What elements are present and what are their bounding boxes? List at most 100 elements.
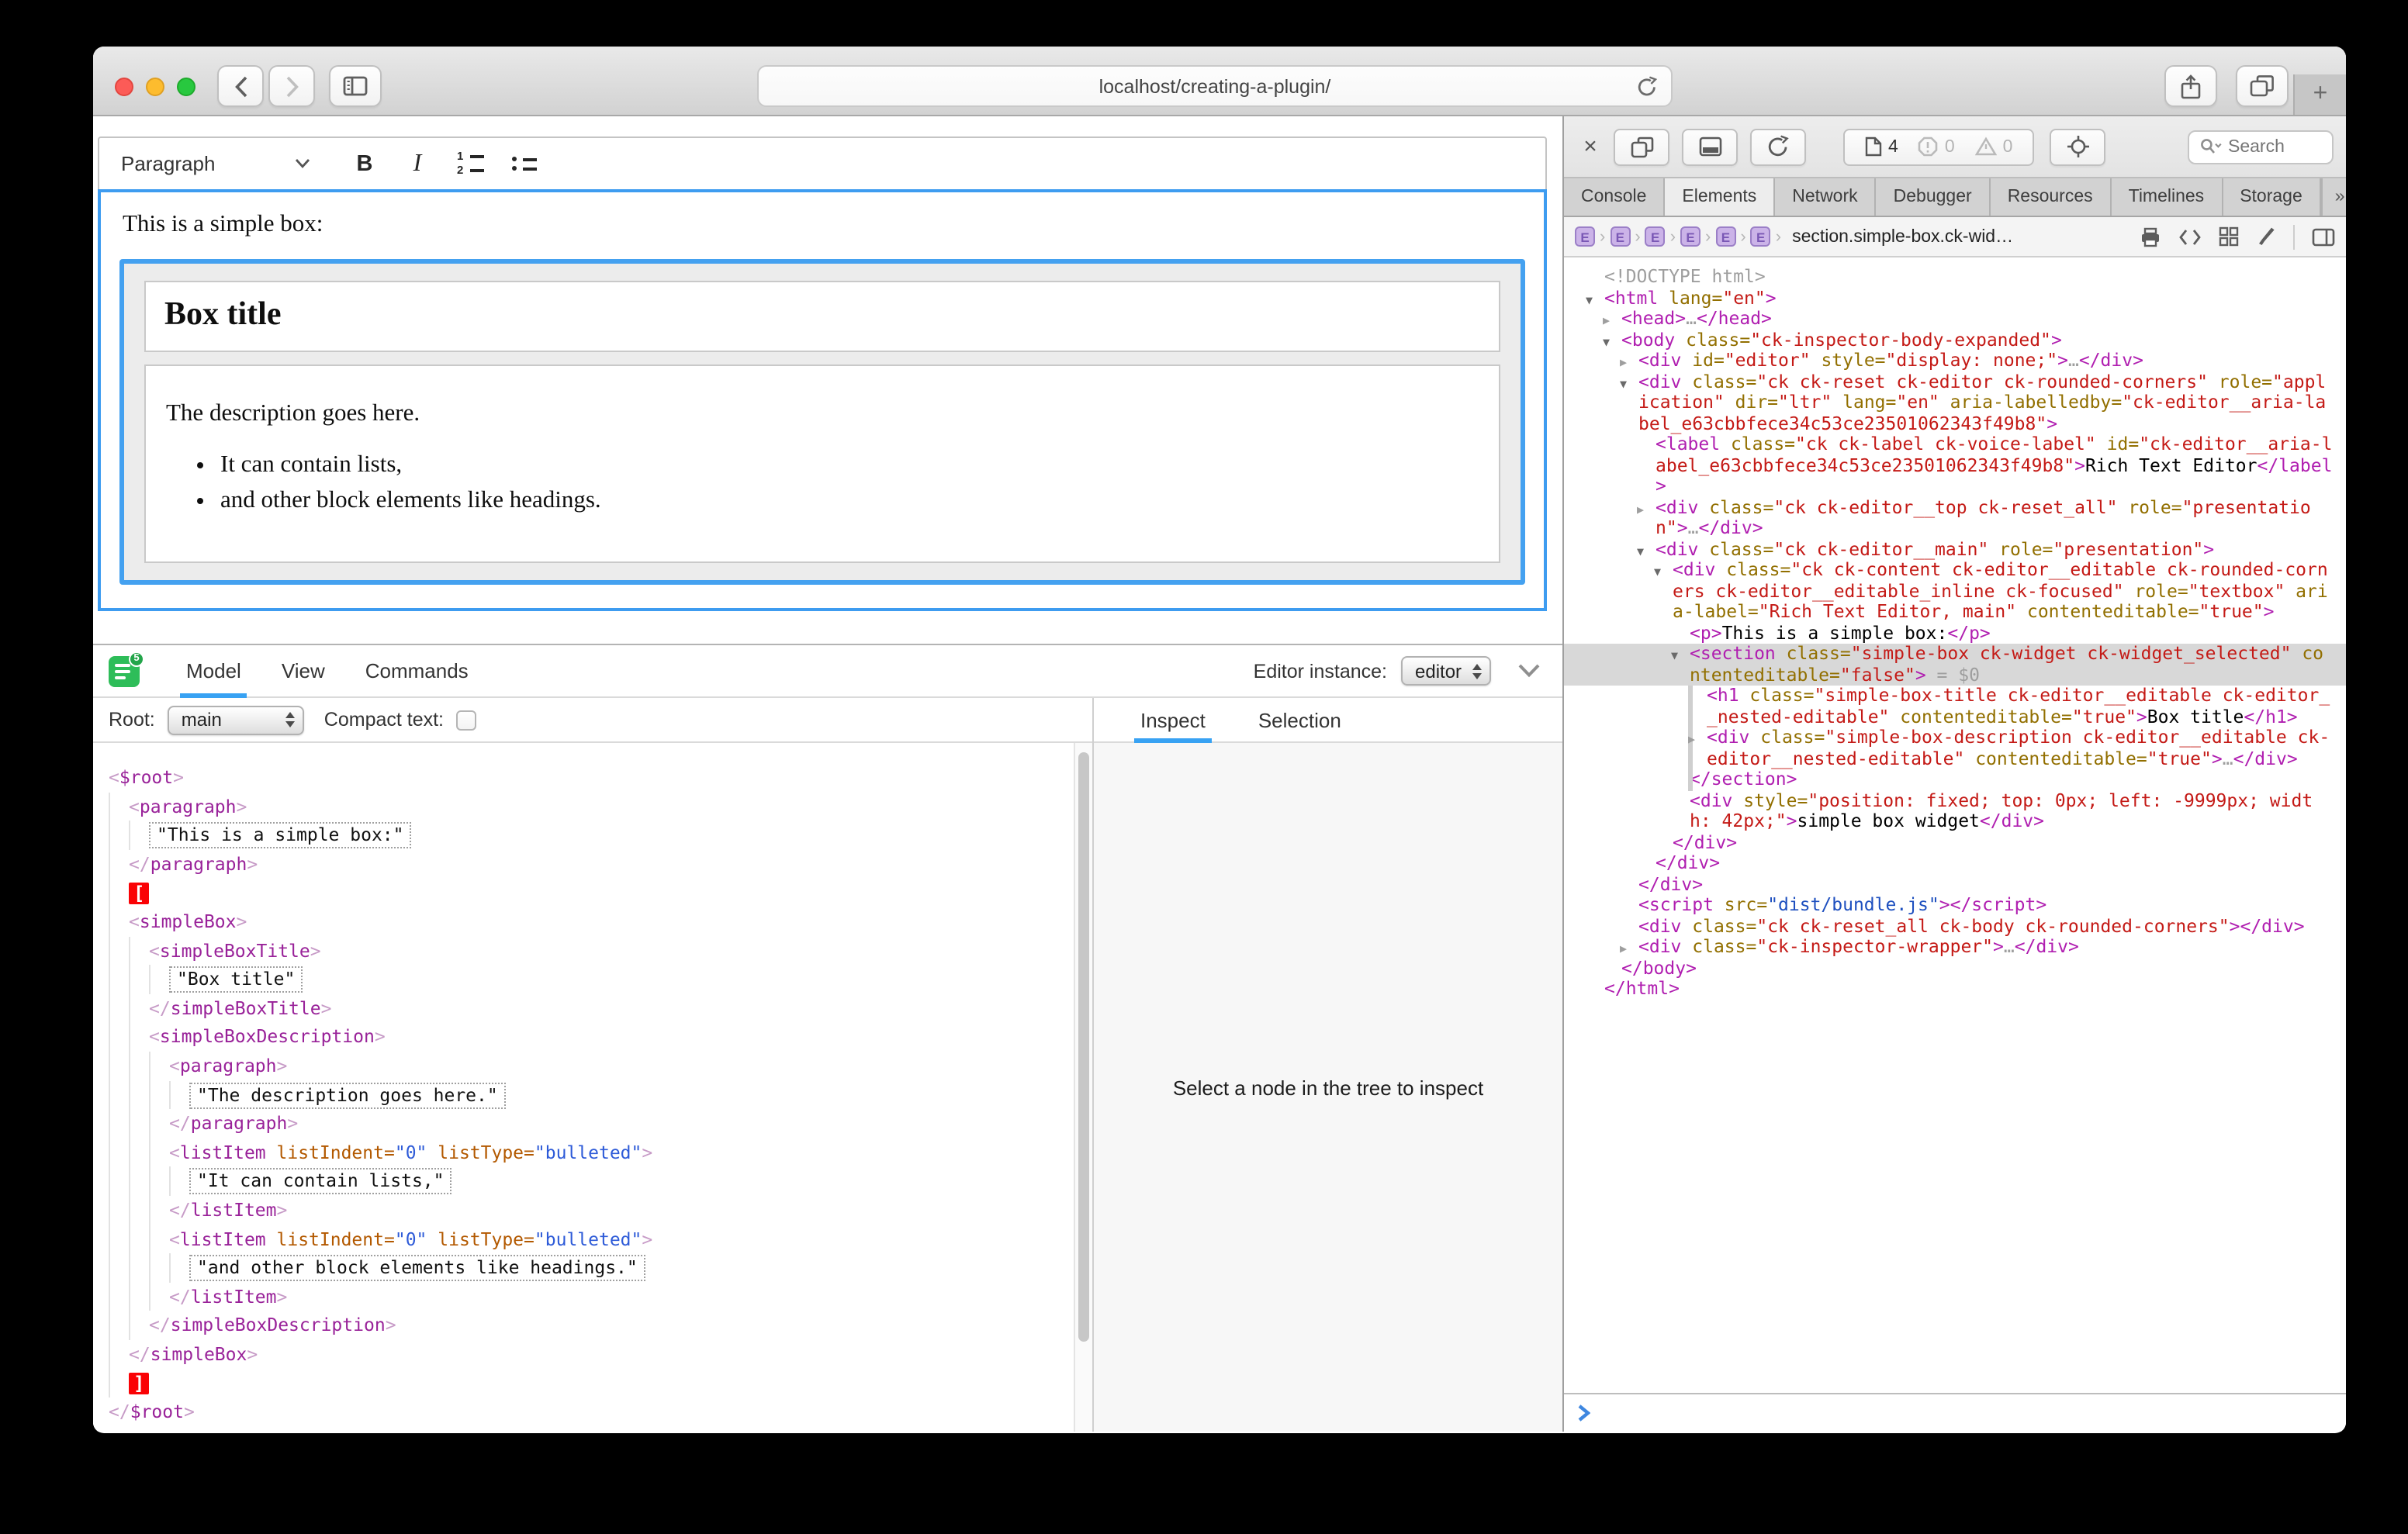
disclosure-triangle-icon[interactable]: ▼ — [1671, 645, 1678, 666]
dom-node[interactable]: ▼<div class="ck ck-editor__main" role="p… — [1576, 539, 2334, 560]
dom-node[interactable]: <p>This is a simple box:</p> — [1576, 623, 2334, 644]
dom-node[interactable]: ▼<html lang="en"> — [1576, 288, 2334, 309]
reload-page-button[interactable] — [1750, 128, 1806, 165]
simple-box-widget[interactable]: Box title The description goes here. It … — [119, 259, 1525, 585]
breadcrumb-element-badge[interactable]: E — [1680, 226, 1700, 247]
disclosure-triangle-icon[interactable]: ▶ — [1637, 499, 1644, 520]
model-tree-line[interactable]: [ — [109, 879, 1074, 907]
model-tree-line[interactable]: </listItem> — [109, 1196, 1074, 1225]
dom-node[interactable]: ▶<div class="ck ck-editor__top ck-reset_… — [1576, 497, 2334, 539]
collapse-inspector-button[interactable] — [1517, 664, 1541, 678]
dom-node[interactable]: </body> — [1576, 958, 2334, 979]
dom-node[interactable]: </section> — [1576, 769, 2334, 790]
description-paragraph[interactable]: The description goes here. — [166, 400, 1480, 428]
disclosure-triangle-icon[interactable]: ▶ — [1688, 729, 1695, 750]
model-tree-line[interactable]: </simpleBoxTitle> — [109, 994, 1074, 1023]
breadcrumb-element-badge[interactable]: E — [1645, 226, 1666, 247]
disclosure-triangle-icon[interactable]: ▶ — [1603, 310, 1610, 331]
model-tree-line[interactable]: </simpleBox> — [109, 1340, 1074, 1369]
devtools-tab-network[interactable]: Network — [1775, 178, 1876, 216]
model-tree-line[interactable]: <listItem listIndent="0" listType="bulle… — [109, 1225, 1074, 1253]
inspector-tab-commands[interactable]: Commands — [365, 644, 469, 697]
model-tree-line[interactable]: </$root> — [109, 1398, 1074, 1426]
text-node[interactable]: "and other block elements like headings.… — [189, 1255, 645, 1281]
minimize-window-button[interactable] — [146, 78, 164, 96]
model-tree-line[interactable]: </simpleBoxDescription> — [109, 1311, 1074, 1340]
model-tree-line[interactable]: <paragraph> — [109, 1052, 1074, 1080]
element-picker-button[interactable] — [2050, 128, 2105, 165]
dom-node[interactable]: ▼<body class="ck-inspector-body-expanded… — [1576, 330, 2334, 351]
address-bar[interactable]: localhost/creating-a-plugin/ — [757, 65, 1673, 107]
sidebar-toggle-button[interactable] — [329, 65, 382, 107]
model-tree-line[interactable]: </listItem> — [109, 1282, 1074, 1311]
dom-node[interactable]: </html> — [1576, 979, 2334, 1000]
model-tree-line[interactable]: <paragraph> — [109, 792, 1074, 821]
model-tree-line[interactable]: "It can contain lists," — [109, 1167, 1074, 1196]
forward-button[interactable] — [268, 65, 315, 107]
search-input[interactable] — [2228, 137, 2318, 156]
editor-instance-select[interactable]: editor — [1401, 656, 1491, 686]
bullet-item[interactable]: It can contain lists, — [220, 451, 1480, 479]
side-tab-selection[interactable]: Selection — [1258, 697, 1341, 742]
model-tree-line[interactable]: <$root> — [109, 763, 1074, 792]
devtools-tab-elements[interactable]: Elements — [1665, 178, 1775, 216]
close-devtools-button[interactable]: × — [1576, 133, 1604, 160]
model-tree-line[interactable]: "and other block elements like headings.… — [109, 1253, 1074, 1282]
dom-node[interactable]: </div> — [1576, 874, 2334, 895]
share-button[interactable] — [2164, 65, 2217, 107]
print-icon[interactable] — [2140, 226, 2161, 247]
reload-button[interactable] — [1637, 76, 1657, 98]
breadcrumb-element-badge[interactable]: E — [1715, 226, 1735, 247]
tab-overflow-button[interactable]: » — [2321, 178, 2346, 216]
inspector-tab-view[interactable]: View — [282, 644, 325, 697]
simple-box-title[interactable]: Box title — [144, 281, 1500, 352]
bullet-item[interactable]: and other block elements like headings. — [220, 487, 1480, 515]
text-node[interactable]: "The description goes here." — [189, 1082, 506, 1108]
breadcrumb-element-badge[interactable]: E — [1610, 226, 1630, 247]
styles-brush-icon[interactable] — [2256, 226, 2276, 247]
text-node[interactable]: "It can contain lists," — [189, 1169, 452, 1195]
numbered-list-button[interactable]: 1 2 — [450, 145, 490, 182]
model-tree-line[interactable]: </paragraph> — [109, 1109, 1074, 1138]
dom-node[interactable]: ▼<section class="simple-box ck-widget ck… — [1564, 644, 2346, 686]
model-tree-line[interactable]: "The description goes here." — [109, 1080, 1074, 1109]
model-tree-line[interactable]: <listItem listIndent="0" listType="bulle… — [109, 1138, 1074, 1166]
bold-button[interactable]: B — [344, 145, 385, 182]
side-tab-inspect[interactable]: Inspect — [1140, 697, 1206, 742]
rich-text-editable[interactable]: This is a simple box: Box title The desc… — [98, 189, 1547, 611]
text-node[interactable]: "Box title" — [169, 966, 303, 993]
dock-to-window-button[interactable] — [1614, 128, 1669, 165]
model-tree-line[interactable]: <simpleBoxDescription> — [109, 1023, 1074, 1052]
close-window-button[interactable] — [115, 78, 133, 96]
scrollbar-thumb[interactable] — [1078, 752, 1089, 1342]
devtools-tab-console[interactable]: Console — [1564, 178, 1665, 216]
dom-node[interactable]: </div> — [1576, 832, 2334, 853]
model-tree-line[interactable]: <simpleBox> — [109, 907, 1074, 936]
grid-layout-icon[interactable] — [2219, 226, 2239, 247]
tree-scrollbar[interactable] — [1074, 743, 1092, 1432]
console-prompt[interactable] — [1564, 1393, 2346, 1432]
devtools-tab-debugger[interactable]: Debugger — [1877, 178, 1991, 216]
dom-node[interactable]: ▶<div class="ck-inspector-wrapper">…</di… — [1576, 937, 2334, 958]
details-sidebar-toggle-icon[interactable] — [2312, 227, 2335, 246]
devtools-tab-resources[interactable]: Resources — [1991, 178, 2112, 216]
disclosure-triangle-icon[interactable]: ▼ — [1654, 561, 1661, 582]
model-tree-line[interactable]: ] — [109, 1369, 1074, 1398]
compact-text-checkbox[interactable] — [456, 710, 476, 730]
dom-node[interactable]: ▼<div class="ck ck-reset ck-editor ck-ro… — [1576, 371, 2334, 434]
simple-box-description[interactable]: The description goes here. It can contai… — [144, 364, 1500, 563]
tab-overview-button[interactable] — [2236, 65, 2289, 107]
paragraph-dropdown[interactable]: Paragraph — [121, 152, 310, 175]
code-brackets-icon[interactable] — [2178, 227, 2202, 246]
resource-status-group[interactable]: 4 0 0 — [1843, 128, 2034, 165]
breadcrumb-element-badge[interactable]: E — [1575, 226, 1595, 247]
intro-paragraph[interactable]: This is a simple box: — [123, 211, 1525, 239]
model-tree-line[interactable]: "Box title" — [109, 965, 1074, 993]
bulleted-list-button[interactable] — [503, 145, 543, 182]
dom-node[interactable]: </div> — [1576, 853, 2334, 874]
dom-node[interactable]: ▼<div class="ck ck-content ck-editor__ed… — [1576, 560, 2334, 623]
devtools-tab-storage[interactable]: Storage — [2223, 178, 2321, 216]
model-tree-line[interactable]: </paragraph> — [109, 850, 1074, 879]
dom-node[interactable]: ▶<div id="editor" style="display: none;"… — [1576, 351, 2334, 371]
inspector-tab-model[interactable]: Model — [186, 644, 241, 697]
